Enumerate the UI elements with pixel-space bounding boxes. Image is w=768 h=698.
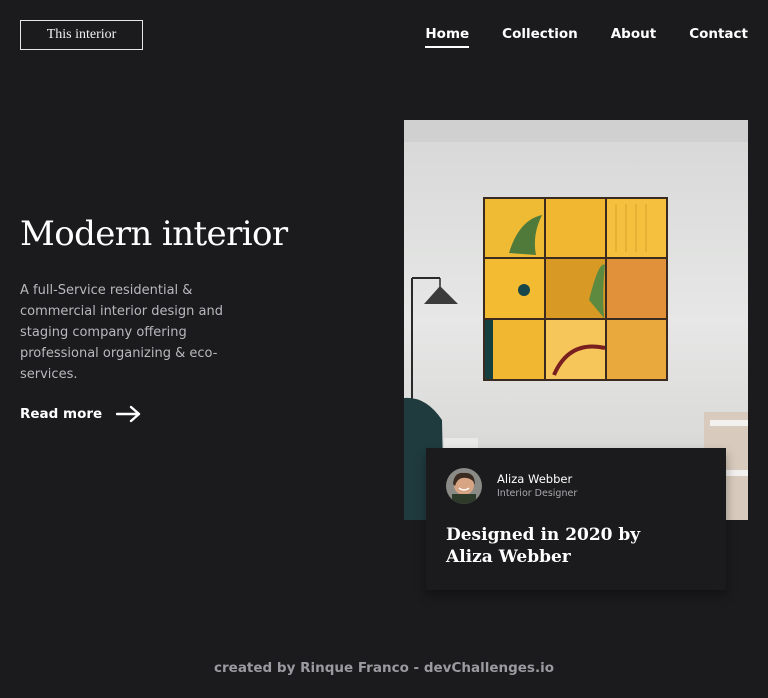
nav-home[interactable]: Home bbox=[425, 26, 469, 48]
hero-description: A full-Service residential & commercial … bbox=[20, 283, 224, 382]
read-more-label: Read more bbox=[20, 406, 103, 422]
designer-card: Aliza Webber Interior Designer Designed … bbox=[426, 448, 726, 590]
nav-about[interactable]: About bbox=[611, 26, 656, 48]
designer-name: Aliza Webber bbox=[497, 472, 573, 486]
avatar bbox=[446, 468, 482, 504]
card-caption: Designed in 2020 by Aliza Webber bbox=[446, 525, 641, 567]
arrow-right-icon bbox=[116, 405, 141, 423]
footer-credit: created by Rinque Franco - devChallenges… bbox=[214, 660, 554, 676]
hero-title: Modern interior bbox=[20, 214, 288, 254]
nav-contact[interactable]: Contact bbox=[689, 26, 748, 48]
designer-role: Interior Designer bbox=[497, 488, 578, 499]
wall-art bbox=[483, 197, 668, 381]
nav-collection[interactable]: Collection bbox=[502, 26, 578, 48]
main-nav: Home Collection About Contact bbox=[425, 26, 748, 48]
brand-logo[interactable]: This interior bbox=[20, 20, 143, 50]
read-more-link[interactable]: Read more bbox=[20, 405, 142, 423]
